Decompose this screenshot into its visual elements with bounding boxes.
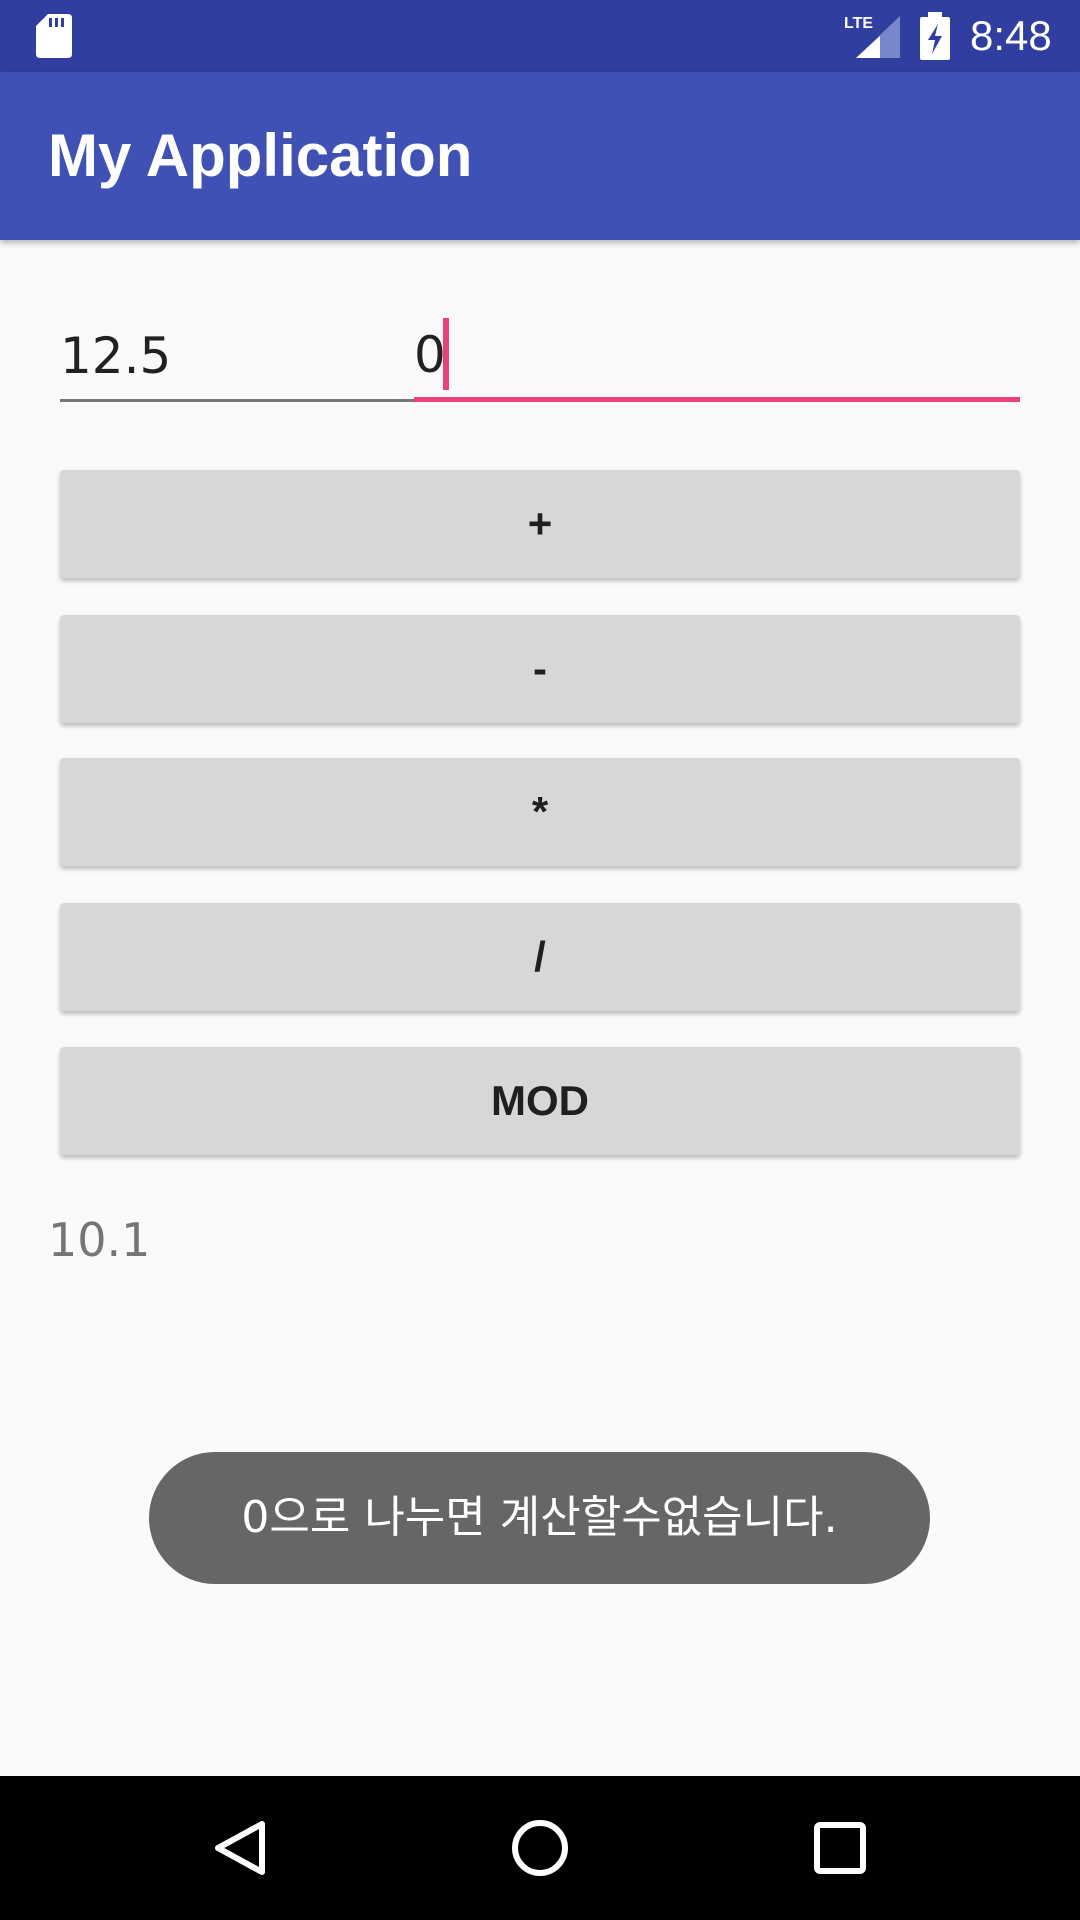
first-number-input[interactable] — [60, 312, 414, 402]
lte-signal-icon: LTE — [844, 15, 900, 58]
app-title: My Application — [48, 122, 473, 189]
back-icon[interactable] — [204, 1812, 276, 1884]
status-time: 8:48 — [970, 12, 1052, 59]
subtract-button[interactable]: - — [60, 615, 1020, 723]
toast-message: 0으로 나누면 계산할수없습니다. — [149, 1452, 930, 1584]
multiply-button[interactable]: * — [60, 758, 1020, 866]
app-bar: My Application — [0, 72, 1080, 240]
text-cursor — [443, 318, 449, 390]
sd-card-icon — [36, 14, 72, 58]
divide-button[interactable]: / — [60, 903, 1020, 1011]
status-bar: LTE 8:48 — [0, 0, 1080, 72]
result-text: 10.1 — [48, 1213, 151, 1267]
battery-charging-icon — [920, 12, 950, 60]
recents-icon[interactable] — [804, 1812, 876, 1884]
svg-text:LTE: LTE — [844, 15, 873, 32]
home-icon[interactable] — [504, 1812, 576, 1884]
navigation-bar — [0, 1776, 1080, 1920]
mod-button[interactable]: MOD — [60, 1047, 1020, 1155]
add-button[interactable]: + — [60, 470, 1020, 578]
second-number-input[interactable] — [414, 312, 1020, 402]
